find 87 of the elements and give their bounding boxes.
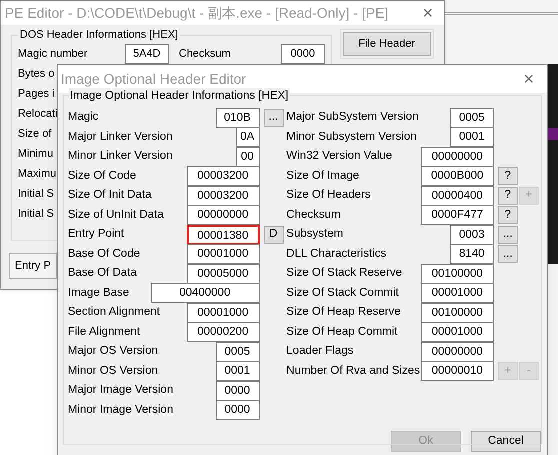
field-label: Maximu xyxy=(18,166,57,182)
value-field[interactable]: 00 xyxy=(236,146,260,167)
value-field[interactable]: 00000000 xyxy=(421,342,494,362)
field-label: Image Base xyxy=(68,286,130,301)
value-field[interactable]: 0000 xyxy=(216,380,260,401)
value-field[interactable]: 00003200 xyxy=(186,186,260,206)
value-field[interactable]: 00000400 xyxy=(421,186,494,206)
value-field[interactable]: 0000F477 xyxy=(421,205,494,226)
value-field[interactable]: 5A4D xyxy=(125,44,169,64)
field-label: Size Of Stack Reserve xyxy=(286,266,404,282)
value-field[interactable]: 00001000 xyxy=(186,244,260,264)
field-label: Initial S xyxy=(18,186,54,202)
window-title: PE Editor - D:\CODE\t\Debug\t - 副本.exe - [Read-Only] - [PE] xyxy=(5,4,389,23)
field-label: Base Of Code xyxy=(68,246,142,262)
field-label: Size Of Init Data xyxy=(68,188,153,204)
value-field[interactable]: 00003200 xyxy=(186,166,260,186)
field-label: Size Of Image xyxy=(286,168,360,184)
field-label: Relocati xyxy=(18,106,58,122)
field-label: Minimu xyxy=(18,146,54,162)
file-header-button[interactable]: File Header xyxy=(343,32,431,56)
small-button[interactable]: ... xyxy=(498,245,518,264)
value-field[interactable]: 00001380 xyxy=(186,224,260,245)
field-label: Minor Linker Version xyxy=(68,149,174,164)
field-label: Pages i xyxy=(18,86,55,102)
field-label: Size Of Heap Commit xyxy=(286,324,399,340)
value-field[interactable]: 0001 xyxy=(216,361,260,382)
field-label: Minor OS Version xyxy=(68,364,160,379)
field-label: Size of xyxy=(18,126,52,142)
value-field[interactable]: 00400000 xyxy=(150,283,260,304)
value-field[interactable]: 0A xyxy=(236,127,260,148)
field-label: Magic number xyxy=(18,46,89,62)
field-label: Size of UnInit Data xyxy=(68,208,165,223)
field-label: Number Of Rva and Sizes xyxy=(286,364,421,379)
value-field[interactable]: 00000000 xyxy=(186,205,260,226)
field-label: Minor Image Version xyxy=(68,402,174,418)
field-label: Section Alignment xyxy=(68,305,162,320)
close-button[interactable]: × xyxy=(519,70,539,88)
field-label: Loader Flags xyxy=(286,344,355,360)
value-field[interactable]: 00000000 xyxy=(421,146,494,167)
value-field[interactable]: 00001000 xyxy=(186,302,260,323)
value-field[interactable]: 00001000 xyxy=(421,322,494,342)
field-label: Checksum xyxy=(286,208,342,223)
value-field[interactable]: 0000B000 xyxy=(421,166,494,186)
field-label: Bytes o xyxy=(18,66,55,82)
field-label: File Alignment xyxy=(68,324,142,340)
value-field[interactable]: 0001 xyxy=(450,127,494,148)
dialog-title: Image Optional Header Editor xyxy=(61,70,246,89)
value-field[interactable]: 00100000 xyxy=(421,302,494,323)
field-label: Major Image Version xyxy=(68,383,174,398)
field-label: Subsystem xyxy=(286,227,344,242)
field-label: Size Of Heap Reserve xyxy=(286,305,402,320)
field-label: Base Of Data xyxy=(68,266,138,282)
value-field[interactable]: 00000010 xyxy=(421,361,494,382)
entry-point-button[interactable]: Entry P xyxy=(9,253,58,279)
value-field[interactable]: 0005 xyxy=(216,342,260,362)
value-field[interactable]: 0000 xyxy=(216,400,260,420)
field-label: DLL Characteristics xyxy=(286,246,388,262)
field-label: Checksum xyxy=(179,46,232,62)
field-label: Entry Point xyxy=(68,227,126,242)
field-label: Size Of Code xyxy=(68,168,138,184)
dialog-button[interactable]: Cancel xyxy=(471,431,541,452)
value-field[interactable]: 00005000 xyxy=(186,264,260,284)
field-label: Size Of Headers xyxy=(286,188,372,204)
small-button[interactable]: ? xyxy=(498,167,518,186)
field-label: Size Of Stack Commit xyxy=(286,286,400,301)
value-field[interactable]: 00100000 xyxy=(421,264,494,284)
small-button[interactable]: ? xyxy=(498,206,518,224)
field-label: Magic xyxy=(68,110,100,126)
field-label: Major OS Version xyxy=(68,344,160,360)
value-field[interactable]: 0005 xyxy=(450,108,494,128)
value-field[interactable]: 00000200 xyxy=(186,322,260,342)
field-label: Minor Subsystem Version xyxy=(286,130,418,145)
small-button[interactable]: ... xyxy=(264,108,284,127)
small-button[interactable]: D xyxy=(264,226,284,244)
small-button[interactable]: ... xyxy=(498,226,518,244)
field-label: Major Linker Version xyxy=(68,130,174,145)
group-title: DOS Header Informations [HEX] xyxy=(18,27,180,44)
value-field[interactable]: 00001000 xyxy=(421,283,494,304)
close-button[interactable]: × xyxy=(416,4,440,22)
field-label: Initial S xyxy=(18,206,54,222)
value-field[interactable]: 8140 xyxy=(450,244,494,264)
value-field[interactable]: 010B xyxy=(216,108,260,128)
field-label: Major SubSystem Version xyxy=(286,110,420,126)
field-label: Win32 Version Value xyxy=(286,149,394,164)
small-button[interactable]: ? xyxy=(498,186,518,205)
value-field[interactable]: 0003 xyxy=(450,224,494,245)
value-field[interactable]: 0000 xyxy=(281,44,325,64)
